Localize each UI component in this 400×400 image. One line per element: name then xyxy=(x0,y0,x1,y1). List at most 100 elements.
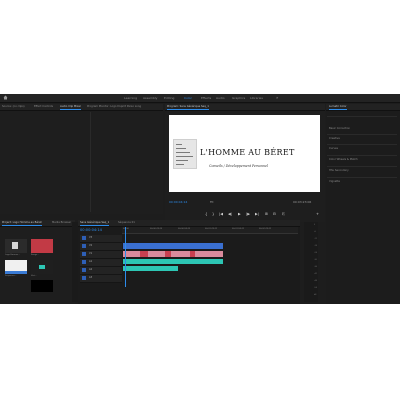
workspace-tab-graphics[interactable]: Graphics xyxy=(232,96,245,100)
track-label-v2: V2 xyxy=(89,244,93,247)
ruler-label: 00:01:59:21 xyxy=(232,228,245,230)
project-item-green-label: Vert... xyxy=(31,275,37,277)
clip-v1-red[interactable] xyxy=(190,251,195,257)
timeline-timecode[interactable]: 00:00:04:14 xyxy=(80,228,102,232)
section-vignette[interactable]: Vignette xyxy=(329,180,340,183)
premiere-window: Learning Assembly Editing Color Effects … xyxy=(0,94,400,304)
workspace-bar: Learning Assembly Editing Color Effects … xyxy=(0,94,400,103)
workspace-tab-libraries[interactable]: Libraries xyxy=(250,96,263,100)
ruler-label: 00:00:29:23 xyxy=(150,228,163,230)
meter-tick: 0 xyxy=(314,224,316,226)
step-back-icon[interactable]: ◀| xyxy=(228,212,232,216)
track-target-a3[interactable] xyxy=(82,276,86,280)
go-to-in-icon[interactable]: |◀ xyxy=(219,212,223,216)
add-button-icon[interactable]: + xyxy=(316,212,319,216)
meter-tick: -24 xyxy=(314,252,317,254)
workspace-tab-learning[interactable]: Learning xyxy=(124,96,137,100)
meter-tick: -18 xyxy=(314,245,317,247)
clip-v2[interactable] xyxy=(123,243,223,249)
frame-subtitle: Conseils / Développement Personnel xyxy=(209,164,268,168)
export-frame-icon[interactable]: ⎘ xyxy=(282,212,285,216)
track-target-v3[interactable] xyxy=(82,236,86,240)
tab-media-browser[interactable]: Media Browser xyxy=(52,221,71,224)
track-label-v3: V3 xyxy=(89,236,93,239)
track-target-v1[interactable] xyxy=(82,252,86,256)
project-item-red-label: Rouge... xyxy=(31,254,40,256)
extract-icon[interactable]: ⊟ xyxy=(273,212,276,216)
track-target-a1[interactable] xyxy=(82,260,86,264)
track-header-a2[interactable]: A2 xyxy=(80,267,122,275)
clip-v1-red[interactable] xyxy=(165,251,171,257)
program-panel-tabs: Program: Sans Générique Seq_1 xyxy=(165,104,325,111)
workspace-tab-audio[interactable]: Audio xyxy=(216,96,225,100)
ruler-label: 00:00:59:22 xyxy=(178,228,191,230)
workspace-tab-effects[interactable]: Effects xyxy=(201,96,211,100)
project-item-black[interactable] xyxy=(31,280,53,292)
meter-tick: dB xyxy=(314,294,317,296)
track-label-a3: A3 xyxy=(89,276,93,279)
workspace-tab-color[interactable]: Color xyxy=(184,96,192,100)
fit-dropdown[interactable]: Fit xyxy=(210,200,214,204)
more-workspaces-icon[interactable]: » xyxy=(276,95,278,100)
section-hsl-secondary[interactable]: HSL Secondary xyxy=(329,169,349,172)
track-header-v1[interactable]: V1 xyxy=(80,251,122,259)
project-item-logo-label: Logo Homme... xyxy=(5,254,21,256)
track-target-v2[interactable] xyxy=(82,244,86,248)
workspace-tab-assembly[interactable]: Assembly xyxy=(143,96,157,100)
tab-source[interactable]: Source: (no clips) xyxy=(2,105,25,108)
logo-card xyxy=(173,139,197,169)
track-label-a2: A2 xyxy=(89,268,93,271)
project-item-green[interactable] xyxy=(31,260,53,274)
mark-in-icon[interactable]: { xyxy=(205,212,207,216)
play-icon[interactable]: ▶ xyxy=(238,212,241,216)
section-basic-correction[interactable]: Basic Correction xyxy=(329,127,350,130)
track-label-a1: A1 xyxy=(89,260,93,263)
tab-program[interactable]: Program: Sans Générique Seq_1 xyxy=(167,105,209,110)
program-timecode[interactable]: 00:00:04:14 xyxy=(169,200,187,204)
clip-a1[interactable] xyxy=(123,259,223,264)
track-header-v3[interactable]: V3 xyxy=(80,235,122,243)
project-item-sequence[interactable] xyxy=(5,260,27,274)
ruler-label: 00:01:29:21 xyxy=(205,228,218,230)
source-panel-tabs: Source: (no clips) Effect Controls Audio… xyxy=(0,104,163,111)
home-icon[interactable] xyxy=(3,95,8,100)
clip-v1-red[interactable] xyxy=(140,251,148,257)
lumetri-tabs: Lumetri Color xyxy=(326,104,400,111)
meter-tick: -42 xyxy=(314,273,317,275)
project-item-sequence-label: Séquence... xyxy=(5,275,17,277)
frame-title: L'HOMME AU BÉRET xyxy=(200,148,295,157)
mark-out-icon[interactable]: } xyxy=(212,212,214,216)
clip-a2[interactable] xyxy=(123,266,178,271)
tab-effect-controls[interactable]: Effect Controls xyxy=(34,105,53,108)
clip-v1-pink[interactable] xyxy=(123,251,223,257)
section-color-wheels[interactable]: Color Wheels & Match xyxy=(329,158,358,161)
track-header-v2[interactable]: V2 xyxy=(80,243,122,251)
panel-divider xyxy=(90,112,91,212)
workspace-tab-editing[interactable]: Editing xyxy=(164,96,174,100)
ruler-label: 00:02:29:21 xyxy=(259,228,272,230)
tab-audio-clip-mixer[interactable]: Audio Clip Mixer xyxy=(60,105,81,110)
timeline-tabs: Sans Générique Seq_1 Séquence 01 xyxy=(78,220,300,227)
tab-timeline-seq1[interactable]: Sans Générique Seq_1 xyxy=(80,221,110,226)
track-header-a3[interactable]: A3 xyxy=(80,275,122,283)
lift-icon[interactable]: ⊞ xyxy=(265,212,268,216)
go-to-out-icon[interactable]: ▶| xyxy=(255,212,259,216)
meter-tick: -36 xyxy=(314,266,317,268)
section-curves[interactable]: Curves xyxy=(329,147,338,150)
track-target-a2[interactable] xyxy=(82,268,86,272)
step-forward-icon[interactable]: |▶ xyxy=(246,212,250,216)
playhead[interactable] xyxy=(125,227,126,287)
section-creative[interactable]: Creative xyxy=(329,137,340,140)
tab-program-monitor-logo[interactable]: Program Monitor: Logo Dvpmt Perso Long xyxy=(87,105,141,108)
tab-project[interactable]: Project: Logo Homme au Béret xyxy=(2,221,42,226)
track-header-a1[interactable]: A1 xyxy=(80,259,122,267)
tab-timeline-seq01[interactable]: Séquence 01 xyxy=(118,221,135,224)
source-panel: Source: (no clips) Effect Controls Audio… xyxy=(0,104,163,214)
meter-tick: -54 xyxy=(314,287,317,289)
meter-tick: -12 xyxy=(314,238,317,240)
tab-lumetri-color[interactable]: Lumetri Color xyxy=(329,105,347,110)
program-duration: 00:03:23:06 xyxy=(293,200,312,204)
meter-tick: -6 xyxy=(314,231,316,233)
project-item-red[interactable] xyxy=(31,239,53,253)
project-item-logo[interactable] xyxy=(5,239,27,253)
